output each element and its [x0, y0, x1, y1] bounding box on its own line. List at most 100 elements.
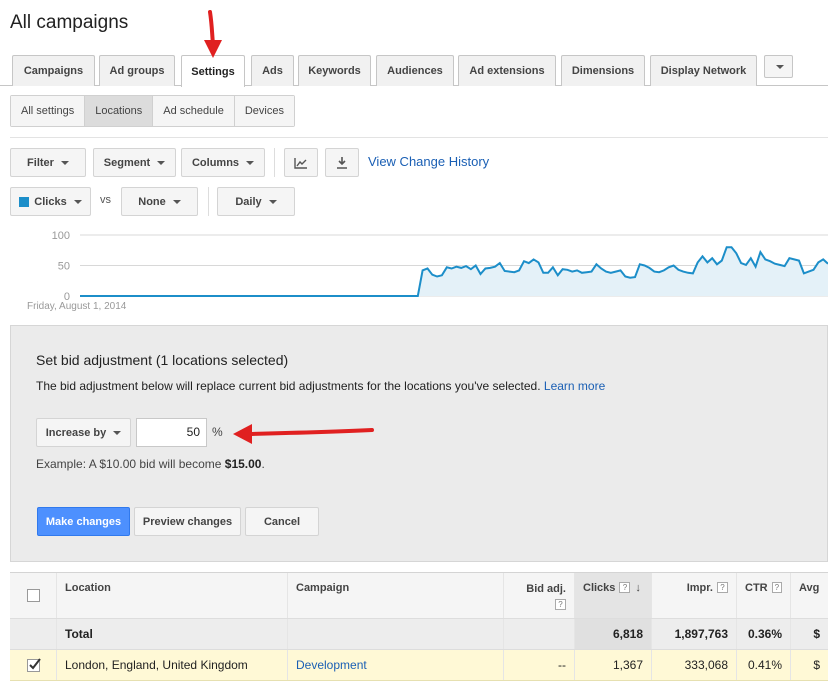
header-bid-adj[interactable]: Bid adj.?	[504, 573, 575, 618]
increase-by-select[interactable]: Increase by	[36, 418, 131, 447]
chevron-down-icon	[172, 199, 181, 204]
metric2-select[interactable]: None	[121, 187, 198, 216]
learn-more-link[interactable]: Learn more	[544, 379, 605, 393]
increase-by-label: Increase by	[45, 426, 107, 439]
view-change-history-link[interactable]: View Change History	[368, 154, 489, 169]
chevron-down-icon	[268, 199, 277, 204]
table-row[interactable]: London, England, United Kingdom Developm…	[10, 650, 828, 681]
example-suffix: .	[261, 457, 265, 471]
total-campaign	[288, 619, 504, 649]
row-ctr: 0.41%	[737, 650, 791, 680]
subtab-locations[interactable]: Locations	[85, 96, 154, 126]
header-campaign[interactable]: Campaign	[288, 573, 504, 618]
total-bid-adj	[504, 619, 575, 649]
chevron-down-icon	[775, 64, 784, 69]
sort-desc-icon: ↓	[635, 582, 641, 594]
example-prefix: Example: A $10.00 bid will become	[36, 457, 225, 471]
total-ctr: 0.36%	[737, 619, 791, 649]
percent-sign: %	[212, 425, 223, 439]
tab-ad-groups[interactable]: Ad groups	[99, 55, 175, 86]
bid-panel-title: Set bid adjustment (1 locations selected…	[36, 352, 289, 368]
header-clicks-label: Clicks	[583, 582, 616, 594]
segment-button[interactable]: Segment	[93, 148, 176, 177]
filter-button[interactable]: Filter	[10, 148, 86, 177]
header-impr-label: Impr.	[686, 582, 713, 594]
row-checkbox-cell	[10, 650, 57, 680]
help-icon[interactable]: ?	[771, 582, 782, 593]
filter-label: Filter	[27, 156, 54, 169]
chevron-down-icon	[73, 199, 82, 204]
total-row: Total 6,818 1,897,763 0.36% $	[10, 619, 828, 650]
header-location[interactable]: Location	[57, 573, 288, 618]
tab-audiences[interactable]: Audiences	[376, 55, 454, 86]
download-button[interactable]	[325, 148, 359, 177]
header-clicks[interactable]: Clicks? ↓	[575, 573, 652, 618]
total-impr: 1,897,763	[652, 619, 737, 649]
more-tabs-button[interactable]	[764, 55, 793, 78]
header-ctr-label: CTR	[745, 582, 768, 594]
bid-panel-description-text: The bid adjustment below will replace cu…	[36, 379, 541, 393]
clicks-chart: 100500Friday, August 1, 2014	[27, 230, 828, 312]
header-bid-adj-label: Bid adj.	[526, 583, 566, 595]
row-bid-adj[interactable]: --	[504, 650, 575, 680]
tab-ad-extensions[interactable]: Ad extensions	[458, 55, 556, 86]
row-checkbox[interactable]	[26, 657, 41, 672]
total-avg: $	[813, 627, 820, 641]
vs-label: vs	[100, 194, 111, 206]
row-location: London, England, United Kingdom	[57, 650, 288, 680]
y-tick-label: 50	[58, 261, 70, 273]
total-label: Total	[57, 619, 288, 649]
columns-button[interactable]: Columns	[181, 148, 265, 177]
divider	[274, 148, 275, 177]
tab-campaigns[interactable]: Campaigns	[12, 55, 95, 86]
select-all-checkbox-cell	[10, 573, 57, 618]
help-icon[interactable]: ?	[555, 599, 566, 610]
select-all-checkbox[interactable]	[26, 589, 40, 602]
tab-display-network[interactable]: Display Network	[650, 55, 757, 86]
header-impr[interactable]: Impr.?	[652, 573, 737, 618]
chart-toggle-button[interactable]	[284, 148, 318, 177]
x-start-label: Friday, August 1, 2014	[27, 301, 127, 312]
subtab-ad-schedule[interactable]: Ad schedule	[153, 96, 235, 126]
tab-keywords[interactable]: Keywords	[298, 55, 371, 86]
divider	[208, 187, 209, 216]
segment-label: Segment	[103, 156, 151, 169]
bid-panel-description: The bid adjustment below will replace cu…	[36, 379, 605, 393]
example-value: $15.00	[224, 457, 262, 471]
subtab-all-settings[interactable]: All settings	[11, 96, 86, 126]
page-title: All campaigns	[10, 12, 129, 33]
series-area	[80, 247, 828, 296]
bid-percent-input[interactable]: 50	[136, 418, 207, 447]
total-clicks: 6,818	[575, 619, 652, 649]
line-chart-icon	[294, 157, 307, 169]
preview-changes-button[interactable]: Preview changes	[134, 507, 241, 536]
header-ctr[interactable]: CTR?	[737, 573, 791, 618]
metric2-label: None	[138, 195, 166, 208]
chevron-down-icon	[113, 430, 122, 435]
metric1-select[interactable]: Clicks	[10, 187, 91, 216]
period-select[interactable]: Daily	[217, 187, 295, 216]
chevron-down-icon	[246, 160, 255, 165]
tab-ads[interactable]: Ads	[251, 55, 294, 86]
row-campaign-link[interactable]: Development	[288, 650, 504, 680]
make-changes-button[interactable]: Make changes	[37, 507, 130, 536]
cancel-button[interactable]: Cancel	[245, 507, 319, 536]
divider	[10, 137, 828, 138]
chevron-down-icon	[60, 160, 69, 165]
header-avg[interactable]: Avg	[791, 573, 828, 618]
tab-dimensions[interactable]: Dimensions	[561, 55, 645, 86]
table-header: Location Campaign Bid adj.? Clicks? ↓ Imp…	[10, 573, 828, 619]
help-icon[interactable]: ?	[717, 582, 728, 593]
bid-example-text: Example: A $10.00 bid will become $15.00…	[36, 457, 265, 471]
help-icon[interactable]: ?	[619, 582, 631, 593]
chevron-down-icon	[157, 160, 166, 165]
subtab-devices[interactable]: Devices	[234, 96, 294, 126]
y-tick-label: 100	[52, 230, 70, 242]
download-icon	[337, 157, 347, 169]
period-label: Daily	[235, 195, 262, 208]
row-impr: 333,068	[652, 650, 737, 680]
annotation-arrow-icon	[233, 424, 374, 444]
series-color-swatch	[19, 196, 30, 207]
main-tabs: Campaigns Ad groups Settings Ads Keyword…	[0, 55, 828, 87]
columns-label: Columns	[191, 156, 240, 169]
